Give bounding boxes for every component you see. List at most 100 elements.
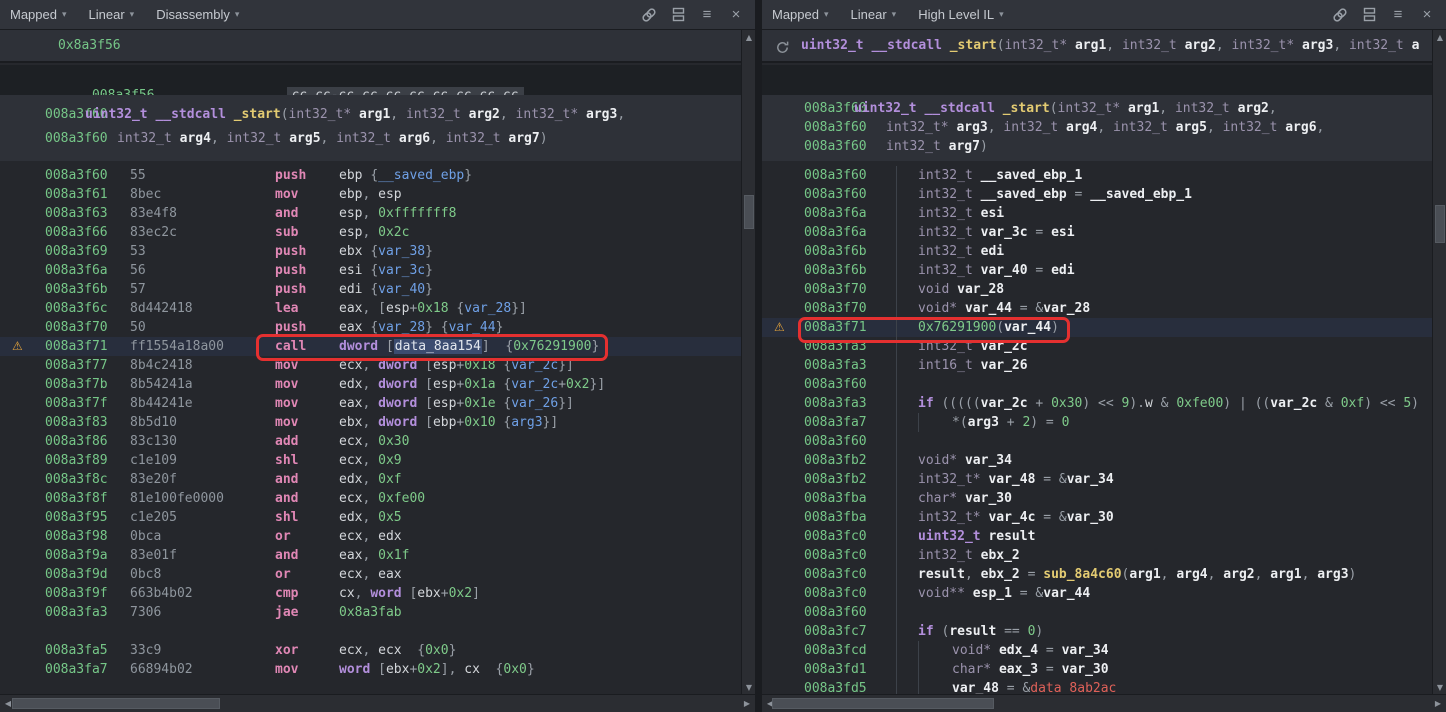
asm-row[interactable]: 008a3f778b4c2418movecx, dword [esp+0x18 … (0, 356, 741, 375)
asm-row[interactable]: 008a3f7b8b54241amovedx, dword [esp+0x1a … (0, 375, 741, 394)
asm-row[interactable]: 008a3f89c1e109shlecx, 0x9 (0, 451, 741, 470)
link-icon[interactable] (1331, 6, 1349, 24)
signature-line[interactable]: 008a3f60uint32_t __stdcall _start(int32_… (0, 103, 741, 127)
hlil-row[interactable]: 008a3fa3int32_t var_2c (762, 337, 1432, 356)
split-pane-icon[interactable] (669, 6, 687, 24)
asm-row[interactable]: 008a3f6b57pushedi {var_40} (0, 280, 741, 299)
menu-icon[interactable]: ≡ (1389, 6, 1407, 24)
hlil-row[interactable]: 008a3f60 (762, 432, 1432, 451)
hlil-row[interactable]: 008a3fa3if (((((var_2c + 0x30) << 9).w &… (762, 394, 1432, 413)
hlil-row[interactable]: 008a3fb2int32_t* var_48 = &var_34 (762, 470, 1432, 489)
asm-row[interactable]: 008a3f9f663b4b02cmpcx, word [ebx+0x2] (0, 584, 741, 603)
dropdown-label: Disassembly (156, 7, 230, 22)
asm-row[interactable]: 008a3f7050pusheax {var_28} {var_44} (0, 318, 741, 337)
token: int32_t (117, 131, 180, 146)
scroll-up-button[interactable]: ▲ (742, 30, 756, 44)
menu-icon[interactable]: ≡ (698, 6, 716, 24)
asm-row[interactable]: 008a3f6383e4f8andesp, 0xfffffff8 (0, 204, 741, 223)
view-mode-dropdown[interactable]: Mapped▾ (772, 7, 829, 22)
pane-divider[interactable] (755, 0, 762, 712)
split-pane-icon[interactable] (1360, 6, 1378, 24)
scrollbar-thumb[interactable] (12, 698, 220, 709)
token: 0x18 (464, 358, 495, 373)
row-address: 008a3f60 (762, 118, 854, 137)
signature-line[interactable]: 008a3f60int32_t arg7) (762, 137, 1432, 156)
hlil-row[interactable]: 008a3fd1char* eax_3 = var_30 (762, 660, 1432, 679)
scroll-right-button[interactable]: ▶ (1432, 695, 1444, 712)
asm-row[interactable]: 008a3f6055pushebp {__saved_ebp} (0, 166, 741, 185)
scroll-down-button[interactable]: ▼ (742, 680, 756, 694)
asm-row[interactable]: 008a3f8683c130addecx, 0x30 (0, 432, 741, 451)
scrollbar-thumb[interactable] (1435, 205, 1445, 243)
right-horizontal-scrollbar[interactable]: ◀ ▶ (762, 694, 1446, 712)
hlil-row[interactable]: 008a3f6bint32_t var_40 = edi (762, 261, 1432, 280)
layout-dropdown[interactable]: Linear▾ (89, 7, 135, 22)
hlil-row[interactable]: 008a3fcdvoid* edx_4 = var_34 (762, 641, 1432, 660)
hlil-row[interactable]: 008a3f60 (762, 375, 1432, 394)
hlil-row[interactable]: 008a3fb2void* var_34 (762, 451, 1432, 470)
asm-row[interactable]: 008a3fa533c9xorecx, ecx {0x0} (0, 641, 741, 660)
asm-row[interactable]: ⚠008a3f71ff1554a18a00calldword [data_8aa… (0, 337, 741, 356)
il-level-dropdown[interactable]: High Level IL▾ (918, 7, 1003, 22)
hlil-row[interactable]: 008a3fc0result, ebx_2 = sub_8a4c60(arg1,… (762, 565, 1432, 584)
view-mode-dropdown[interactable]: Mapped▾ (10, 7, 67, 22)
hlil-row[interactable]: 008a3fa3int16_t var_26 (762, 356, 1432, 375)
sticky-function-header[interactable]: uint32_t __stdcall _start(int32_t* arg1,… (762, 30, 1446, 63)
hlil-row[interactable]: 008a3fc7if (result == 0) (762, 622, 1432, 641)
hlil-row[interactable]: 008a3f60 (762, 603, 1432, 622)
signature-line[interactable]: 008a3f60uint32_t __stdcall _start(int32_… (762, 99, 1432, 118)
selected-bytes[interactable]: cc cc-cc cc cc cc cc cc cc cc (287, 87, 524, 95)
hlil-row[interactable]: 008a3fc0void** esp_1 = &var_44 (762, 584, 1432, 603)
asm-row[interactable]: 008a3f6c8d442418leaeax, [esp+0x18 {var_2… (0, 299, 741, 318)
scroll-right-button[interactable]: ▶ (741, 695, 753, 712)
asm-row[interactable]: 008a3f838b5d10movebx, dword [ebp+0x10 {a… (0, 413, 741, 432)
scrollbar-thumb[interactable] (744, 195, 754, 229)
hlil-row[interactable]: 008a3f70void var_28 (762, 280, 1432, 299)
current-address-header[interactable]: 0x8a3f56 (0, 30, 755, 63)
signature-line[interactable]: 008a3f60int32_t arg4, int32_t arg5, int3… (0, 127, 741, 151)
hlil-row[interactable]: 008a3f70void* var_44 = &var_28 (762, 299, 1432, 318)
hlil-row[interactable]: 008a3f6aint32_t var_3c = esi (762, 223, 1432, 242)
hlil-row[interactable]: 008a3fa7*(arg3 + 2) = 0 (762, 413, 1432, 432)
asm-row[interactable]: 008a3f6953pushebx {var_38} (0, 242, 741, 261)
byte-fill-row[interactable]: 008a3f56cc cc-cc cc cc cc cc cc cc cc...… (0, 65, 741, 95)
close-icon[interactable]: × (1418, 6, 1436, 24)
link-icon[interactable] (640, 6, 658, 24)
hlil-row[interactable]: 008a3f6bint32_t edi (762, 242, 1432, 261)
right-vertical-scrollbar[interactable]: ▲ ▼ (1432, 30, 1446, 694)
sync-refresh-icon[interactable] (774, 37, 791, 54)
asm-row[interactable]: 008a3f8c83e20fandedx, 0xf (0, 470, 741, 489)
asm-row[interactable]: 008a3f9d0bc8orecx, eax (0, 565, 741, 584)
hlil-row[interactable]: 008a3fc0int32_t ebx_2 (762, 546, 1432, 565)
asm-row[interactable]: 008a3fa37306jae0x8a3fab (0, 603, 741, 622)
asm-row[interactable]: 008a3f980bcaorecx, edx (0, 527, 741, 546)
token: { (370, 320, 378, 335)
il-level-dropdown[interactable]: Disassembly▾ (156, 7, 239, 22)
hlil-row[interactable]: ⚠008a3f710x76291900(var_44) (762, 318, 1432, 337)
row-address: 008a3fa3 (804, 394, 896, 413)
hlil-row[interactable]: 008a3fbaint32_t* var_4c = &var_30 (762, 508, 1432, 527)
hlil-row[interactable]: 008a3f6aint32_t esi (762, 204, 1432, 223)
hlil-row[interactable]: 008a3f60int32_t __saved_ebp_1 (762, 166, 1432, 185)
asm-row[interactable]: 008a3f6a56pushesi {var_3c} (0, 261, 741, 280)
left-horizontal-scrollbar[interactable]: ◀ ▶ (0, 694, 755, 712)
layout-dropdown[interactable]: Linear▾ (851, 7, 897, 22)
hlil-row[interactable]: 008a3f60int32_t __saved_ebp = __saved_eb… (762, 185, 1432, 204)
asm-row[interactable]: 008a3f8f81e100fe0000andecx, 0xfe00 (0, 489, 741, 508)
close-icon[interactable]: × (727, 6, 745, 24)
hlil-row[interactable]: 008a3fc0uint32_t result (762, 527, 1432, 546)
asm-row[interactable]: 008a3f9a83e01fandeax, 0x1f (0, 546, 741, 565)
asm-row[interactable]: 008a3f7f8b44241emoveax, dword [esp+0x1e … (0, 394, 741, 413)
hlil-row[interactable]: 008a3fd5var_48 = &data_8ab2ac (762, 679, 1432, 694)
asm-row[interactable]: 008a3f618becmovebp, esp (0, 185, 741, 204)
hlil-row[interactable]: 008a3fbachar* var_30 (762, 489, 1432, 508)
scrollbar-thumb[interactable] (772, 698, 994, 709)
asm-row[interactable]: 008a3f95c1e205shledx, 0x5 (0, 508, 741, 527)
scroll-down-button[interactable]: ▼ (1433, 680, 1446, 694)
left-vertical-scrollbar[interactable]: ▲ ▼ (741, 30, 755, 694)
signature-line[interactable]: 008a3f60int32_t* arg3, int32_t arg4, int… (762, 118, 1432, 137)
asm-row[interactable] (0, 622, 741, 641)
scroll-up-button[interactable]: ▲ (1433, 30, 1446, 44)
asm-row[interactable]: 008a3fa766894b02movword [ebx+0x2], cx {0… (0, 660, 741, 679)
asm-row[interactable]: 008a3f6683ec2csubesp, 0x2c (0, 223, 741, 242)
